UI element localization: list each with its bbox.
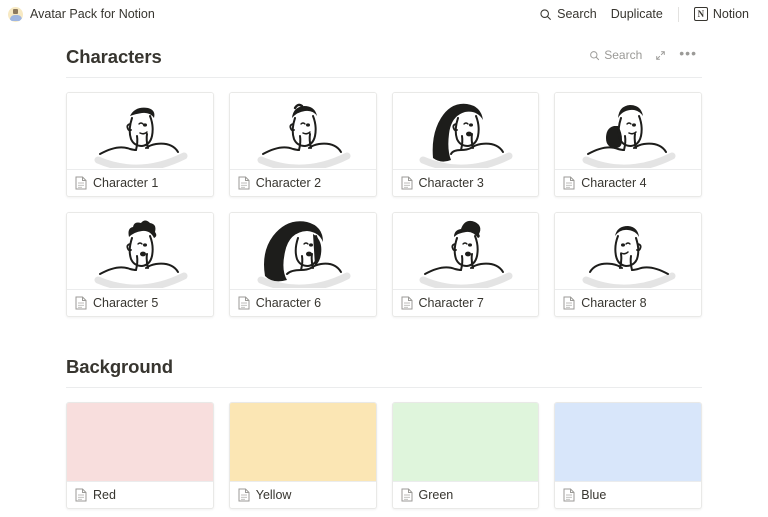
gallery-card[interactable]: Character 4 [554, 92, 702, 197]
page-document-icon [401, 488, 413, 502]
page-document-icon [75, 488, 87, 502]
page-title: Avatar Pack for Notion [30, 7, 155, 21]
background-header: Background [66, 339, 702, 378]
card-label-row: Character 7 [392, 289, 539, 316]
card-thumbnail [392, 93, 539, 169]
topbar-divider [677, 6, 679, 22]
card-title: Character 2 [255, 176, 322, 190]
card-thumbnail [555, 213, 701, 289]
card-thumbnail [67, 213, 213, 289]
characters-heading: Characters [66, 45, 162, 67]
notion-logo-icon: N [693, 7, 708, 21]
card-title: Yellow [255, 488, 292, 503]
page-document-icon [238, 296, 250, 310]
notion-button[interactable]: N Notion [687, 4, 756, 24]
card-thumbnail [392, 213, 539, 289]
characters-toolbar: Search ••• [584, 45, 702, 68]
card-title: Character 5 [93, 296, 159, 310]
top-bar: Avatar Pack for Notion Search Duplicate … [0, 0, 768, 28]
card-title: Character 4 [581, 176, 647, 190]
background-heading: Background [66, 356, 173, 377]
page-document-icon [563, 176, 575, 190]
card-thumbnail [229, 93, 376, 169]
section-background: Background Red Yellow Green Blue [66, 317, 702, 510]
characters-search-label: Search [604, 48, 643, 62]
gallery-card[interactable]: Yellow [228, 402, 377, 510]
gallery-card[interactable]: Character 6 [228, 212, 377, 317]
gallery-card[interactable]: Character 3 [391, 92, 540, 197]
card-label-row: Character 2 [229, 169, 376, 196]
card-title: Character 3 [418, 176, 484, 190]
color-swatch [392, 403, 539, 482]
card-title: Character 8 [581, 296, 647, 310]
background-gallery: Red Yellow Green Blue [66, 388, 702, 510]
card-thumbnail [229, 213, 376, 289]
page-document-icon [563, 296, 575, 310]
page-document-icon [75, 176, 87, 190]
card-label-row: Character 4 [555, 169, 701, 196]
card-label-row: Character 8 [555, 289, 701, 316]
characters-expand-button[interactable] [650, 47, 671, 64]
card-title: Character 1 [93, 176, 159, 190]
page-document-icon [401, 176, 413, 190]
card-title: Green [418, 488, 454, 503]
card-title: Character 7 [418, 296, 484, 310]
card-label-row: Blue [555, 481, 701, 508]
expand-diagonal-icon [655, 50, 666, 61]
card-title: Blue [581, 488, 607, 503]
color-swatch [555, 403, 701, 482]
card-thumbnail [67, 93, 213, 169]
gallery-card[interactable]: Blue [554, 402, 702, 510]
page-document-icon [238, 488, 250, 502]
notion-label: Notion [712, 7, 749, 21]
card-label-row: Character 3 [392, 169, 539, 196]
gallery-card[interactable]: Green [391, 402, 540, 510]
page-document-icon [401, 296, 413, 310]
card-label-row: Character 1 [67, 169, 213, 196]
duplicate-label: Duplicate [610, 7, 663, 21]
topbar-search-button[interactable]: Search [532, 4, 604, 24]
gallery-card[interactable]: Character 2 [228, 92, 377, 197]
color-swatch [229, 403, 376, 482]
avatar-emoji-icon [8, 6, 23, 22]
search-icon [589, 50, 600, 61]
color-swatch [67, 403, 213, 482]
duplicate-button[interactable]: Duplicate [604, 4, 670, 24]
gallery-card[interactable]: Character 7 [391, 212, 540, 317]
card-label-row: Green [392, 481, 539, 508]
page-document-icon [238, 176, 250, 190]
page-document-icon [75, 296, 87, 310]
page-content: Characters Search ••• Character 1 Charac… [0, 28, 768, 510]
section-characters: Characters Search ••• Character 1 Charac… [66, 28, 702, 317]
search-icon [539, 8, 552, 21]
card-thumbnail [555, 93, 701, 169]
card-label-row: Character 5 [67, 289, 213, 316]
card-label-row: Character 6 [229, 289, 376, 316]
card-title: Red [93, 488, 116, 503]
card-label-row: Red [67, 481, 213, 508]
gallery-card[interactable]: Character 5 [66, 212, 214, 317]
top-bar-actions: Search Duplicate N Notion [532, 4, 756, 24]
gallery-card[interactable]: Character 8 [554, 212, 702, 317]
breadcrumb[interactable]: Avatar Pack for Notion [8, 6, 155, 22]
card-label-row: Yellow [229, 481, 376, 508]
characters-gallery: Character 1 Character 2 Character 3 Char… [66, 78, 702, 317]
characters-search-button[interactable]: Search [584, 45, 647, 65]
characters-header: Characters Search ••• [66, 28, 702, 68]
card-title: Character 6 [255, 296, 322, 310]
gallery-card[interactable]: Character 1 [66, 92, 214, 197]
more-options-icon[interactable]: ••• [674, 46, 702, 64]
gallery-card[interactable]: Red [66, 402, 214, 510]
topbar-search-label: Search [557, 7, 597, 21]
page-document-icon [563, 488, 575, 502]
